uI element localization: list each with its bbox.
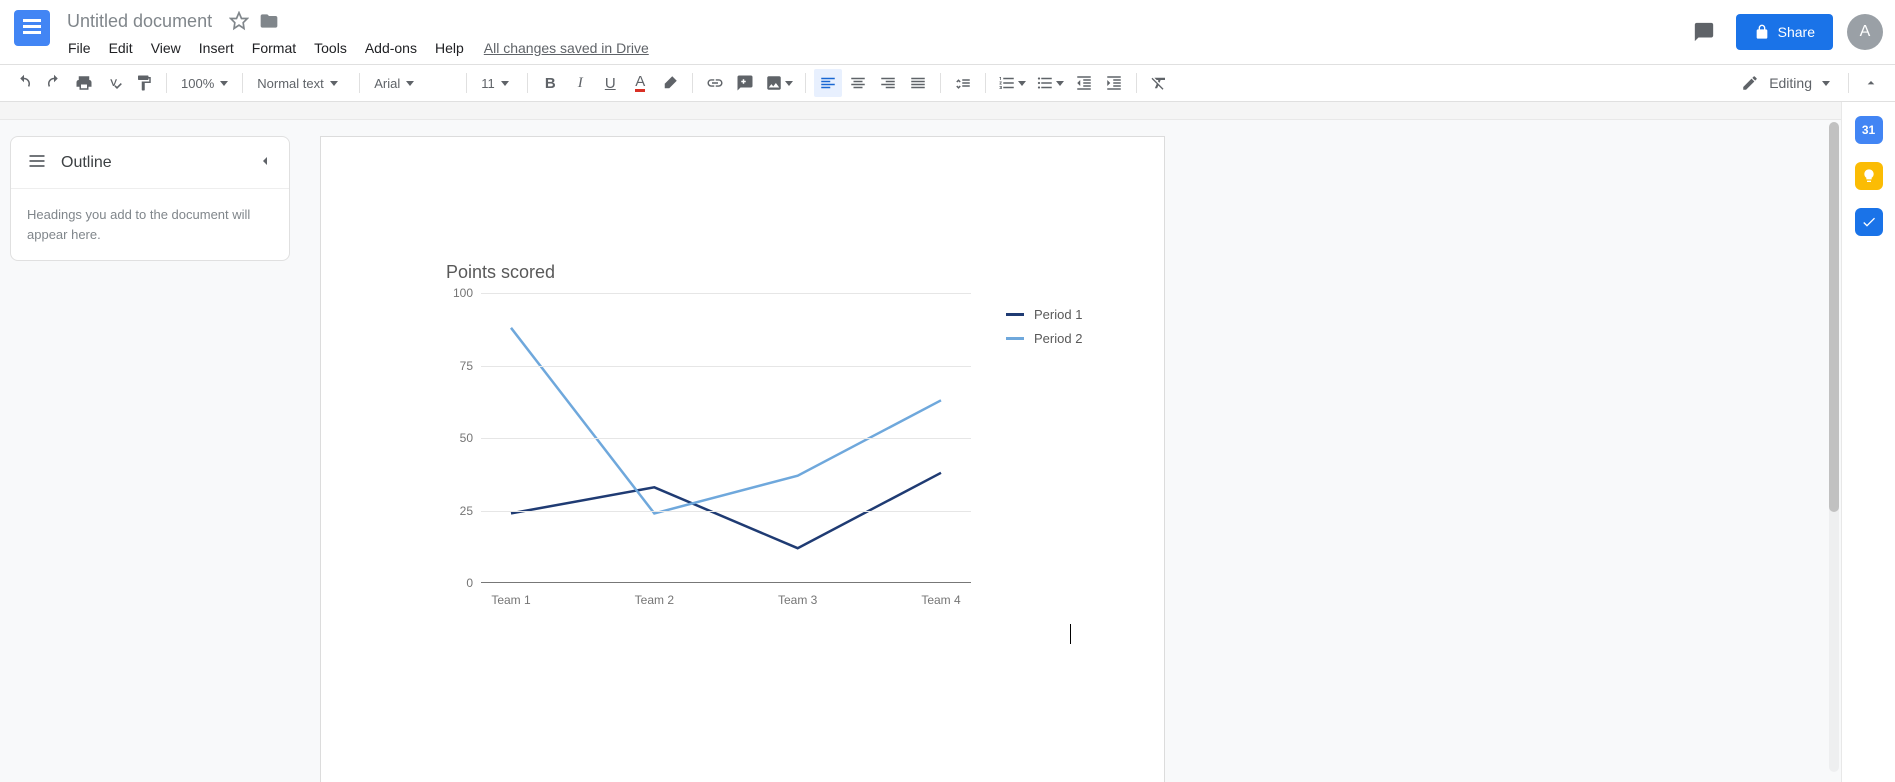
- paint-format-button[interactable]: [130, 69, 158, 97]
- font-size-select[interactable]: 11: [475, 69, 519, 97]
- outline-panel: Outline Headings you add to the document…: [10, 136, 290, 261]
- side-panel: 31: [1841, 102, 1895, 782]
- text-cursor: [1070, 624, 1071, 644]
- increase-indent-button[interactable]: [1100, 69, 1128, 97]
- keep-icon[interactable]: [1855, 162, 1883, 190]
- text-color-button[interactable]: A: [626, 69, 654, 97]
- chart-xtick: Team 1: [491, 583, 530, 607]
- legend-item: Period 2: [1006, 326, 1082, 350]
- toolbar: 100% Normal text Arial 11 B I U A: [0, 64, 1895, 102]
- menu-edit[interactable]: Edit: [101, 36, 141, 60]
- star-icon[interactable]: [229, 11, 249, 31]
- document-canvas[interactable]: Outline Headings you add to the document…: [0, 120, 1841, 782]
- chart-legend: Period 1 Period 2: [1006, 302, 1082, 350]
- numbered-list-button[interactable]: [994, 69, 1030, 97]
- insert-comment-button[interactable]: [731, 69, 759, 97]
- chart-ytick: 75: [460, 359, 481, 373]
- legend-label: Period 1: [1034, 307, 1082, 322]
- insert-link-button[interactable]: [701, 69, 729, 97]
- chart-series-line: [511, 328, 941, 514]
- redo-button[interactable]: [40, 69, 68, 97]
- outline-collapse-button[interactable]: [257, 153, 273, 172]
- print-button[interactable]: [70, 69, 98, 97]
- outline-icon: [27, 151, 47, 174]
- docs-home-icon[interactable]: [12, 8, 52, 48]
- chart-title: Points scored: [446, 262, 1106, 283]
- chart-xtick: Team 3: [778, 583, 817, 607]
- share-button[interactable]: Share: [1736, 14, 1833, 50]
- editing-mode-label: Editing: [1769, 75, 1812, 91]
- scrollbar-thumb[interactable]: [1829, 122, 1839, 512]
- document-page[interactable]: Points scored 0 25 50 75 100 Team 1 Team 2 Team…: [320, 136, 1165, 782]
- italic-button[interactable]: I: [566, 69, 594, 97]
- scrollbar-vertical[interactable]: [1829, 122, 1839, 772]
- calendar-icon[interactable]: 31: [1855, 116, 1883, 144]
- menu-insert[interactable]: Insert: [191, 36, 242, 60]
- legend-swatch: [1006, 337, 1024, 340]
- menu-help[interactable]: Help: [427, 36, 472, 60]
- share-button-label: Share: [1778, 24, 1815, 40]
- decrease-indent-button[interactable]: [1070, 69, 1098, 97]
- undo-button[interactable]: [10, 69, 38, 97]
- chart-xtick: Team 4: [921, 583, 960, 607]
- outline-placeholder: Headings you add to the document will ap…: [11, 189, 289, 260]
- save-status[interactable]: All changes saved in Drive: [484, 40, 649, 56]
- zoom-select[interactable]: 100%: [175, 69, 234, 97]
- editing-mode-select[interactable]: Editing: [1731, 74, 1840, 92]
- bulleted-list-button[interactable]: [1032, 69, 1068, 97]
- font-select[interactable]: Arial: [368, 69, 458, 97]
- menu-addons[interactable]: Add-ons: [357, 36, 425, 60]
- document-title[interactable]: Untitled document: [60, 9, 219, 34]
- ruler[interactable]: [0, 102, 1841, 120]
- style-select[interactable]: Normal text: [251, 69, 351, 97]
- legend-swatch: [1006, 313, 1024, 316]
- insert-image-button[interactable]: [761, 69, 797, 97]
- chart-xtick: Team 2: [635, 583, 674, 607]
- chart-ytick: 50: [460, 431, 481, 445]
- chart-ytick: 25: [460, 504, 481, 518]
- chart-ytick: 100: [453, 286, 481, 300]
- menu-view[interactable]: View: [143, 36, 189, 60]
- outline-title: Outline: [61, 154, 243, 172]
- spellcheck-button[interactable]: [100, 69, 128, 97]
- chart[interactable]: Points scored 0255075100Team 1Team 2Team…: [446, 262, 1106, 583]
- pencil-icon: [1741, 74, 1759, 92]
- align-left-button[interactable]: [814, 69, 842, 97]
- clear-formatting-button[interactable]: [1145, 69, 1173, 97]
- align-center-button[interactable]: [844, 69, 872, 97]
- lock-icon: [1754, 24, 1770, 40]
- line-spacing-button[interactable]: [949, 69, 977, 97]
- header: Untitled document File Edit View Insert …: [0, 0, 1895, 64]
- menubar: File Edit View Insert Format Tools Add-o…: [60, 36, 1686, 60]
- folder-icon[interactable]: [259, 11, 279, 31]
- bold-button[interactable]: B: [536, 69, 564, 97]
- tasks-icon[interactable]: [1855, 208, 1883, 236]
- legend-item: Period 1: [1006, 302, 1082, 326]
- account-avatar[interactable]: A: [1847, 14, 1883, 50]
- legend-label: Period 2: [1034, 331, 1082, 346]
- chart-ytick: 0: [466, 576, 481, 590]
- align-justify-button[interactable]: [904, 69, 932, 97]
- menu-tools[interactable]: Tools: [306, 36, 355, 60]
- menu-format[interactable]: Format: [244, 36, 304, 60]
- underline-button[interactable]: U: [596, 69, 624, 97]
- collapse-toolbar-button[interactable]: [1857, 69, 1885, 97]
- align-right-button[interactable]: [874, 69, 902, 97]
- highlight-button[interactable]: [656, 69, 684, 97]
- comments-button[interactable]: [1686, 14, 1722, 50]
- menu-file[interactable]: File: [60, 36, 99, 60]
